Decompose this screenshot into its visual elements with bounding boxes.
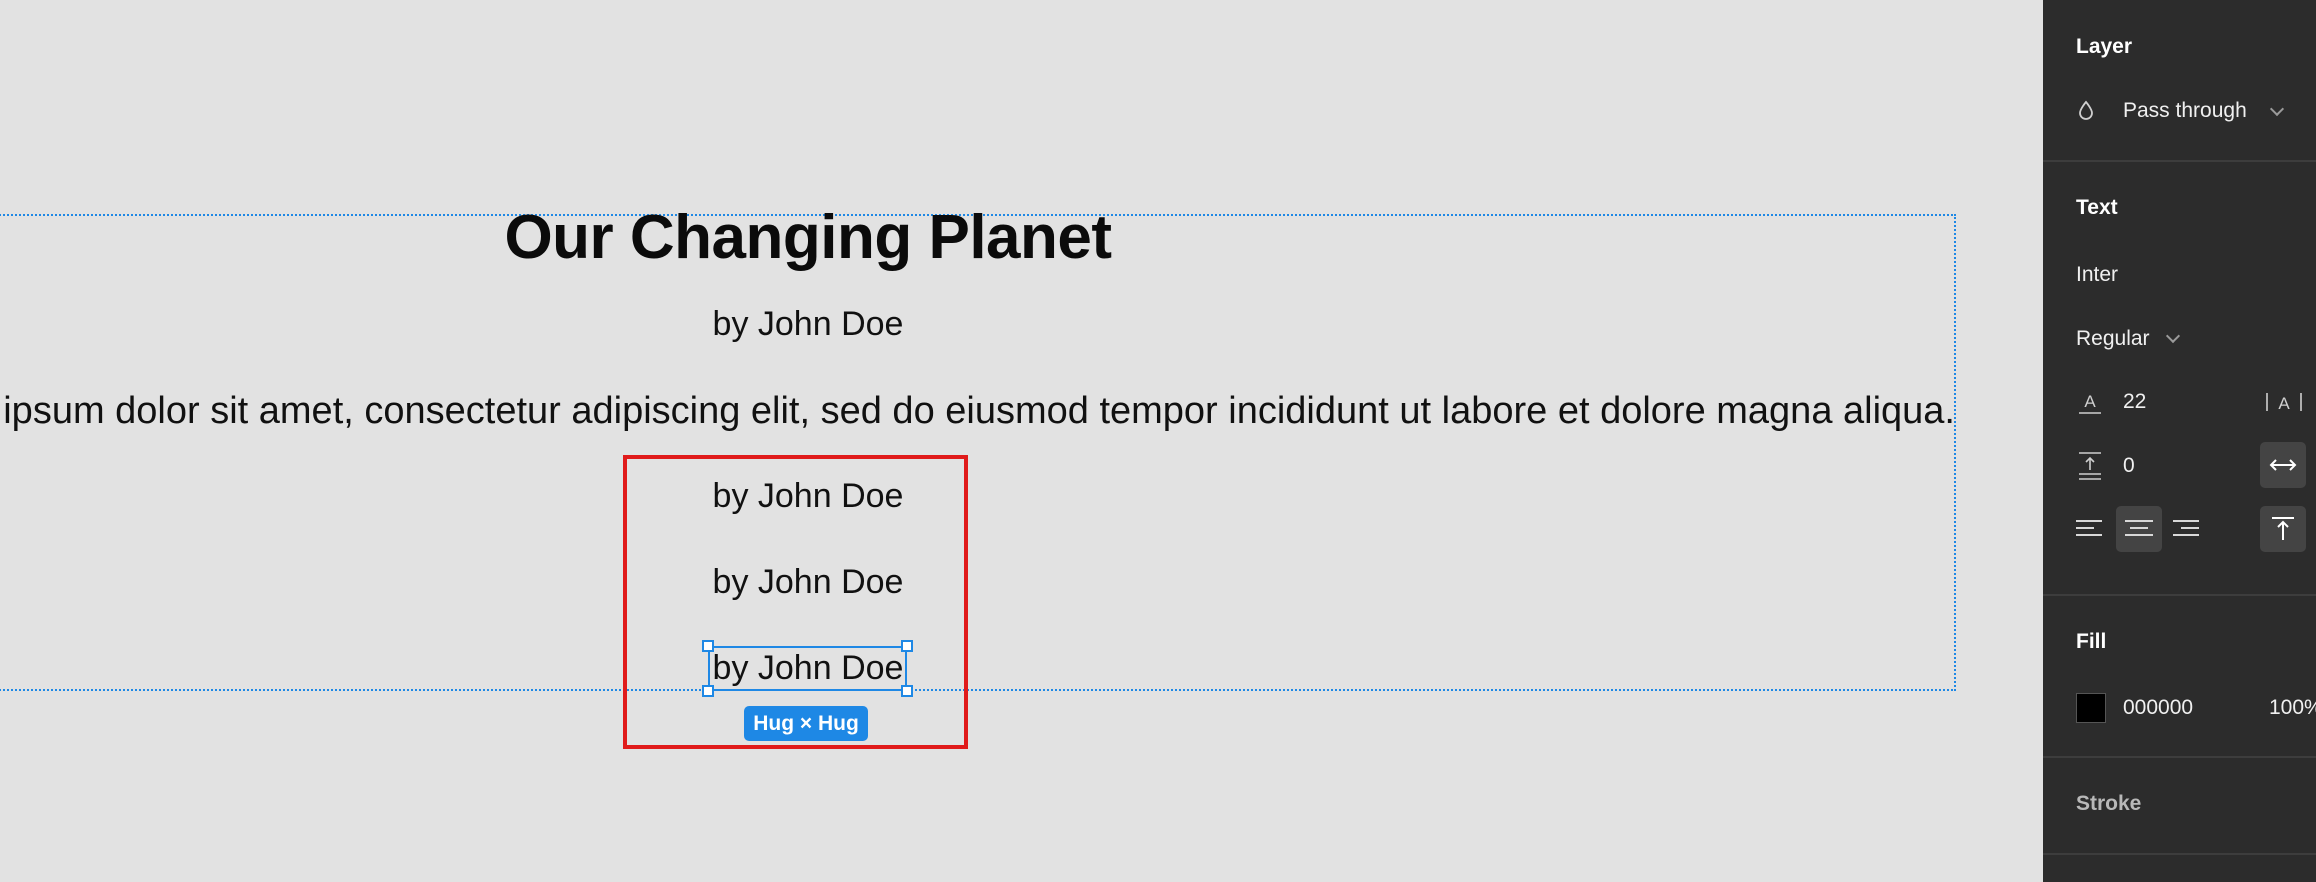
byline-text-layer[interactable]: by John Doe xyxy=(0,304,1616,344)
font-size-icon: A xyxy=(2075,387,2105,422)
blend-mode-select[interactable]: Pass through xyxy=(2123,99,2247,123)
resize-handle-top-left[interactable] xyxy=(702,640,714,652)
align-top-button[interactable] xyxy=(2260,506,2306,552)
auto-width-button[interactable] xyxy=(2260,442,2306,488)
font-weight-select[interactable]: Regular xyxy=(2076,327,2150,351)
line-height-icon xyxy=(2075,450,2105,487)
properties-panel: Layer Pass through Text Inter Regular A … xyxy=(2043,0,2316,882)
selection-bounding-box xyxy=(708,646,907,691)
fill-hex-input[interactable]: 000000 xyxy=(2123,696,2193,720)
resize-handle-bottom-right[interactable] xyxy=(901,685,913,697)
design-canvas[interactable]: Our Changing Planet by John Doe Lorem ip… xyxy=(0,0,2043,882)
blend-mode-drop-icon xyxy=(2078,100,2094,125)
font-family-select[interactable]: Inter xyxy=(2076,263,2118,287)
letter-spacing-icon[interactable]: A xyxy=(2264,389,2304,420)
svg-text:A: A xyxy=(2084,392,2096,411)
paragraph-text-layer[interactable]: Lorem ipsum dolor sit amet, consectetur … xyxy=(0,389,1955,433)
stroke-section-title[interactable]: Stroke xyxy=(2076,792,2141,816)
align-right-button[interactable] xyxy=(2168,508,2208,548)
chevron-down-icon[interactable] xyxy=(2165,328,2181,344)
align-left-button[interactable] xyxy=(2071,508,2111,548)
align-center-button[interactable] xyxy=(2116,506,2162,552)
section-divider xyxy=(2043,853,2316,855)
heading-text-layer[interactable]: Our Changing Planet xyxy=(0,200,1616,276)
resize-handle-bottom-left[interactable] xyxy=(702,685,714,697)
fill-opacity-input[interactable]: 100% xyxy=(2269,696,2316,720)
layer-section-title: Layer xyxy=(2076,35,2133,58)
highlight-box xyxy=(623,455,968,749)
fill-section-title: Fill xyxy=(2076,630,2107,653)
line-height-input[interactable]: 0 xyxy=(2123,454,2135,478)
frame-outline xyxy=(0,214,1956,691)
resize-handle-top-right[interactable] xyxy=(901,640,913,652)
text-section-title: Text xyxy=(2076,196,2118,219)
fill-color-swatch[interactable] xyxy=(2076,693,2106,723)
font-size-input[interactable]: 22 xyxy=(2123,390,2146,414)
size-badge: Hug × Hug xyxy=(744,706,868,741)
section-divider xyxy=(2043,160,2316,162)
section-divider xyxy=(2043,756,2316,758)
section-divider xyxy=(2043,594,2316,596)
chevron-down-icon[interactable] xyxy=(2269,101,2285,117)
svg-text:A: A xyxy=(2278,394,2290,413)
